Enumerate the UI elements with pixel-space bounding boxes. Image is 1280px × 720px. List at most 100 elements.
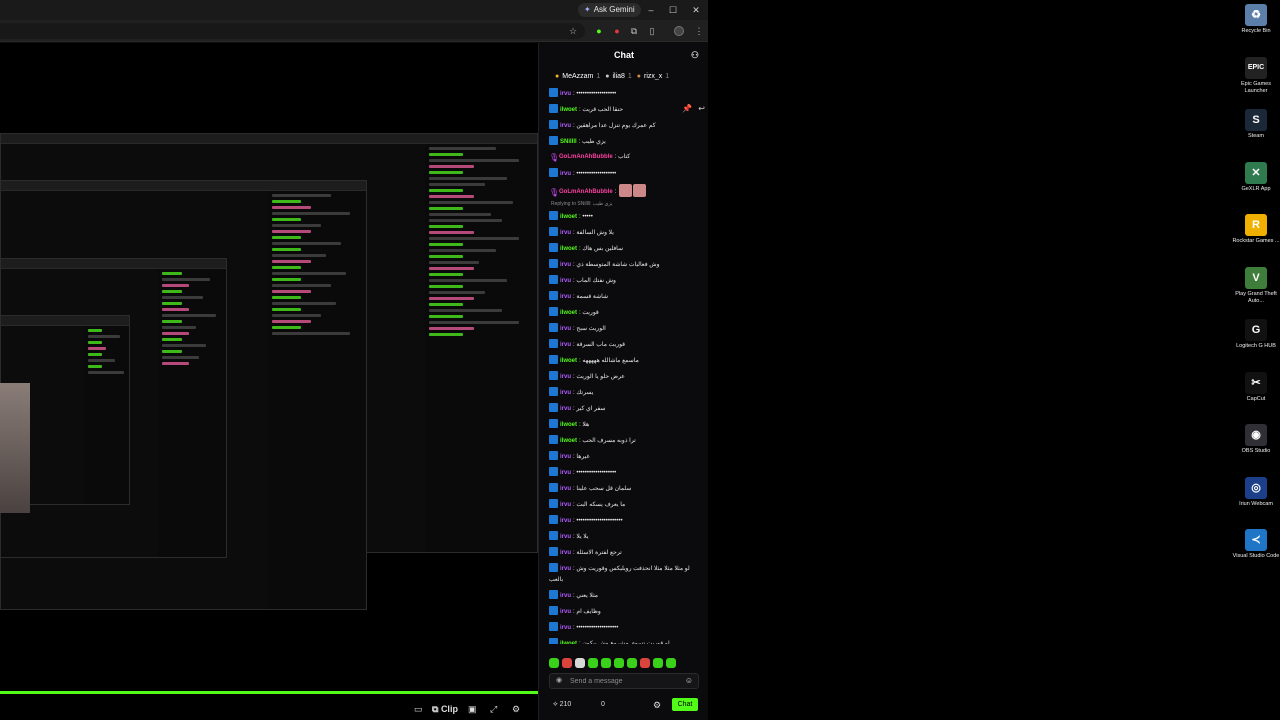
desktop-shortcut[interactable]: ◎ Iriun Webcam <box>1232 476 1280 508</box>
emote-icon[interactable] <box>653 658 663 668</box>
desktop-shortcut[interactable]: S Steam <box>1232 109 1280 140</box>
emote-icon[interactable] <box>640 658 650 668</box>
chat-mode-icon[interactable]: ◉ <box>556 676 562 684</box>
chat-username[interactable]: GoLmAnAhBubble <box>559 189 613 195</box>
chat-message[interactable]: irvu: قوريت ماب السرقة <box>539 337 709 353</box>
fullscreen-icon[interactable]: ⤢ <box>490 701 497 717</box>
chat-message[interactable]: irvu: سفر اي كير <box>539 401 709 417</box>
chat-username[interactable]: irvu <box>560 593 571 599</box>
chat-message[interactable]: irvu: ترجع لفترة الاسئلة <box>539 545 709 561</box>
chat-message[interactable]: irvu: ••••••••••••••••••• <box>539 166 709 182</box>
leader-name[interactable]: MeAzzam <box>562 73 593 80</box>
chat-message[interactable]: 🎙GoLmAnAhBubble: <box>539 182 709 200</box>
desktop-shortcut[interactable]: ✕ GeXLR App <box>1232 161 1280 193</box>
chat-username[interactable]: SNillll <box>560 139 577 145</box>
chat-message[interactable]: SNillll: يزي طيب <box>539 134 709 150</box>
chat-username[interactable]: ilwoet <box>560 246 577 252</box>
chat-username[interactable]: ilwoet <box>560 358 577 364</box>
chat-message[interactable]: irvu: شاشة قسمة <box>539 289 709 305</box>
chat-message[interactable]: irvu: غيرها <box>539 449 709 465</box>
desktop-shortcut[interactable]: ♻ Recycle Bin <box>1232 4 1280 35</box>
chat-message[interactable]: irvu: ••••••••••••••••••• <box>539 465 709 481</box>
settings-gear-icon[interactable]: ⚙ <box>512 701 520 717</box>
chat-message[interactable]: irvu: وش فعاليات شاشة المتوسطة ذي <box>539 257 709 273</box>
chat-send-button[interactable]: Chat <box>672 698 698 711</box>
desktop-shortcut[interactable]: R Rockstar Games ... <box>1232 214 1280 245</box>
emote-icon[interactable] <box>562 658 572 668</box>
address-bar[interactable] <box>0 23 585 39</box>
chat-message[interactable]: irvu: عرض حلو يا الوريث <box>539 369 709 385</box>
chat-username[interactable]: irvu <box>560 454 571 460</box>
chat-username[interactable]: irvu <box>560 502 571 508</box>
chat-message[interactable]: ilwoet: سافلين بس هاك <box>539 241 709 257</box>
emoji-icon[interactable]: ☺ <box>685 676 693 685</box>
chat-message[interactable]: irvu: ما يعرف يسكه البت <box>539 497 709 513</box>
points-display[interactable]: ⟡ 210 <box>553 698 571 712</box>
chat-username[interactable]: irvu <box>560 326 571 332</box>
chat-message[interactable]: ilwoet: قوريت <box>539 305 709 321</box>
chat-username[interactable]: irvu <box>560 342 571 348</box>
chat-username[interactable]: irvu <box>560 534 571 540</box>
chat-username[interactable]: ilwoet <box>560 214 577 220</box>
chat-username[interactable]: irvu <box>560 566 571 572</box>
chat-message[interactable]: ilwoet: حنقا الحب قريت 📌 ↩ <box>539 102 709 118</box>
chat-message[interactable]: ilwoet: ماسمع ماشالله هههههه <box>539 353 709 369</box>
chat-username[interactable]: irvu <box>560 625 571 631</box>
desktop-shortcut[interactable]: ✂ CapCut <box>1232 371 1280 403</box>
minimize-button[interactable]: – <box>644 3 658 17</box>
chat-username[interactable]: irvu <box>560 609 571 615</box>
chat-username[interactable]: irvu <box>560 550 571 556</box>
maximize-button[interactable]: ☐ <box>666 3 680 17</box>
chat-message[interactable]: irvu: يلا وش السالفة <box>539 225 709 241</box>
send-message-input[interactable] <box>570 676 680 687</box>
extensions-puzzle-icon[interactable]: ⧉ <box>627 24 641 38</box>
emote-icon[interactable] <box>549 658 559 668</box>
chat-message[interactable]: irvu: مثلا يعني <box>539 588 709 604</box>
leader-name[interactable]: rizx_x <box>644 73 662 80</box>
chat-message[interactable]: irvu: سلمان قل سحب علينا <box>539 481 709 497</box>
emote-icon[interactable] <box>588 658 598 668</box>
pin-icon[interactable]: 📌 <box>682 104 692 113</box>
pip-icon[interactable]: ▣ <box>468 701 477 717</box>
chat-username[interactable]: irvu <box>560 406 571 412</box>
chat-message[interactable]: ilwoet: هلا <box>539 417 709 433</box>
desktop-shortcut[interactable]: ≺ Visual Studio Code <box>1232 529 1280 560</box>
chat-message[interactable]: irvu: وظايف ام <box>539 604 709 620</box>
chat-message[interactable]: 🎙GoLmAnAhBubble: كتاب <box>539 150 709 166</box>
chat-username[interactable]: irvu <box>560 486 571 492</box>
emote-icon[interactable] <box>601 658 611 668</box>
sidebar-icon[interactable]: ▯ <box>645 24 659 38</box>
chat-username[interactable]: irvu <box>560 518 571 524</box>
stream-video[interactable]: ▭ ⧉ Clip ▣ ⤢ ⚙ <box>0 43 538 720</box>
chat-username[interactable]: irvu <box>560 470 571 476</box>
chat-username[interactable]: irvu <box>560 278 571 284</box>
chat-username[interactable]: irvu <box>560 374 571 380</box>
chat-message[interactable]: ilwoet: ••••• <box>539 209 709 225</box>
desktop-shortcut[interactable]: EPIC Epic Games Launcher <box>1232 56 1280 95</box>
chat-message[interactable]: ilwoet: ترا ذوبه مسرف الحب <box>539 433 709 449</box>
chat-message[interactable]: irvu: •••••••••••••••••••••• <box>539 513 709 529</box>
chat-username[interactable]: irvu <box>560 230 571 236</box>
chat-message[interactable]: irvu: لو مثلا مثلا مثلا انحذفت رويليكس و… <box>539 561 709 588</box>
desktop-shortcut[interactable]: G Logitech G HUB <box>1232 319 1280 350</box>
chat-username[interactable]: ilwoet <box>560 641 577 644</box>
chat-message[interactable]: ilwoet: لو قوريت تسوي مشروع وش بيكون <box>539 636 709 644</box>
emote-icon[interactable] <box>575 658 585 668</box>
chat-username[interactable]: irvu <box>560 294 571 300</box>
chat-username[interactable]: irvu <box>560 123 571 129</box>
desktop-shortcut[interactable]: ◉ OBS Studio <box>1232 424 1280 455</box>
chat-username[interactable]: ilwoet <box>560 107 577 113</box>
chat-username[interactable]: irvu <box>560 262 571 268</box>
chat-username[interactable]: ilwoet <box>560 310 577 316</box>
chat-username[interactable]: irvu <box>560 91 571 97</box>
adblock-extension-icon[interactable]: ● <box>610 24 624 38</box>
emote-icon[interactable] <box>614 658 624 668</box>
profile-avatar[interactable] <box>674 26 684 36</box>
reply-icon[interactable]: ↩ <box>698 104 705 113</box>
chat-message[interactable]: irvu: الوريث سبح <box>539 321 709 337</box>
chat-message[interactable]: irvu: يسرتك <box>539 385 709 401</box>
chat-message[interactable]: irvu: ••••••••••••••••••• <box>539 86 709 102</box>
chat-username[interactable]: GoLmAnAhBubble <box>559 154 613 160</box>
chat-username[interactable]: irvu <box>560 171 571 177</box>
extension-icon[interactable]: ● <box>592 24 606 38</box>
